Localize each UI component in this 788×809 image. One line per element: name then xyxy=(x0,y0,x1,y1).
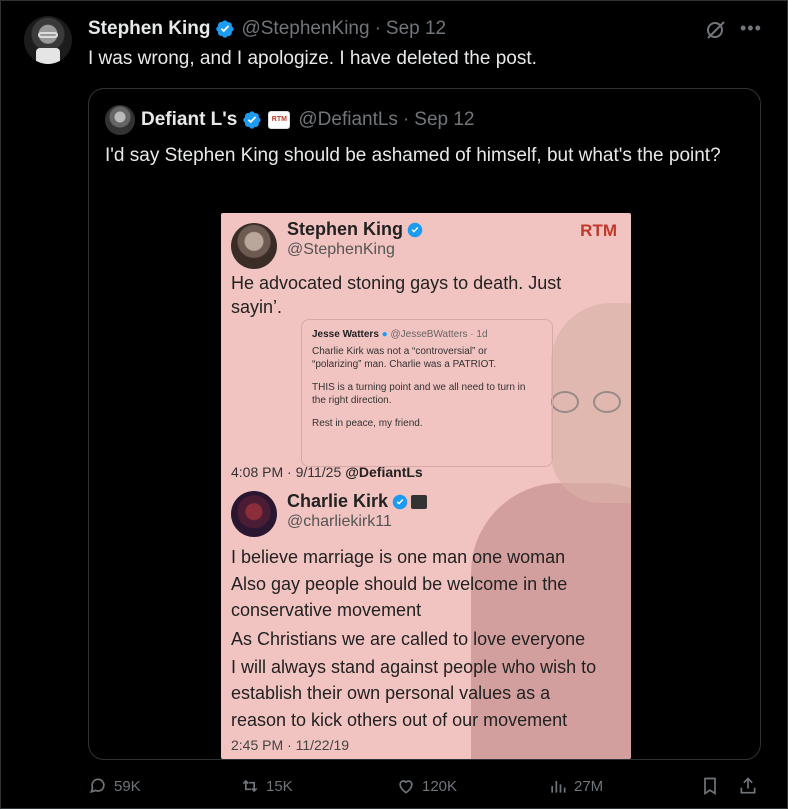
reply-icon xyxy=(90,778,105,794)
media-timestamp: 4:08 PM · 9/11/25 @DefiantLs xyxy=(231,464,423,480)
avatar-glasses xyxy=(38,32,58,38)
views-count: 27M xyxy=(574,777,604,795)
quoted-handle[interactable]: @DefiantLs xyxy=(298,109,398,131)
inner-line: the right direction. xyxy=(312,395,392,406)
share-icon xyxy=(740,777,756,794)
media-avatar xyxy=(231,491,277,537)
avatar[interactable] xyxy=(24,16,72,64)
overlay-glasses xyxy=(593,391,621,413)
media-ck-line: establish their own personal values as a xyxy=(231,683,551,703)
inner-line: THIS is a turning point and we all need … xyxy=(312,382,526,393)
media-ck-date: 2:45 PM · 11/22/19 xyxy=(231,737,350,753)
more-icon[interactable]: ••• xyxy=(740,18,764,42)
media-ck-line: Also gay people should be welcome in the xyxy=(231,574,568,594)
like-count: 120K xyxy=(422,777,458,795)
quoted-post[interactable]: Defiant L's RTM @DefiantLs · Sep 12 I'd … xyxy=(88,88,761,760)
quoted-avatar[interactable] xyxy=(105,105,135,135)
quoted-author-name[interactable]: Defiant L's xyxy=(141,109,237,131)
media-ck-line: conservative movement xyxy=(231,600,422,620)
reply-button[interactable]: 59K xyxy=(88,776,141,796)
verified-icon xyxy=(243,111,261,129)
media-top-text-1: He advocated stoning gays to death. Just xyxy=(231,273,562,293)
verified-icon xyxy=(392,494,408,509)
quoted-text: I'd say Stephen King should be ashamed o… xyxy=(105,145,721,166)
inner-line: Charlie Kirk was not a “controversial” o… xyxy=(312,346,488,357)
views-button[interactable]: 27M xyxy=(548,776,603,796)
author-name[interactable]: Stephen King xyxy=(88,18,210,40)
media-top-header: Stephen King xyxy=(287,219,423,240)
media-ck-handle: @charliekirk11 xyxy=(287,513,392,530)
org-badge-icon xyxy=(411,494,428,509)
heart-icon xyxy=(399,780,413,794)
inner-name: Jesse Watters xyxy=(312,329,379,340)
media-top-handle: @StephenKing xyxy=(287,241,395,258)
quoted-date[interactable]: Sep 12 xyxy=(414,109,474,131)
media-stamp-tag: @DefiantLs xyxy=(345,464,423,480)
separator-dot: · xyxy=(402,109,410,130)
inner-line: “polarizing” man. Charlie was a PATRIOT. xyxy=(312,359,497,370)
media-inner-quote: Jesse Watters ● @JesseBWatters · 1d Char… xyxy=(301,319,553,467)
repost-icon xyxy=(242,779,258,793)
bookmark-button[interactable] xyxy=(700,776,726,796)
author-handle[interactable]: @StephenKing xyxy=(241,18,369,40)
repost-count: 15K xyxy=(266,777,293,795)
bookmark-icon xyxy=(704,777,716,796)
verified-icon xyxy=(407,222,423,237)
post-date[interactable]: Sep 12 xyxy=(386,18,446,40)
quoted-media-image[interactable]: Stephen King @StephenKing RTM He advocat… xyxy=(221,213,631,759)
share-button[interactable] xyxy=(738,776,764,796)
media-stamp-time: 4:08 PM · 9/11/25 xyxy=(231,464,342,480)
like-button[interactable]: 120K xyxy=(396,776,457,796)
media-ck-line: I will always stand against people who w… xyxy=(231,657,597,677)
repost-button[interactable]: 15K xyxy=(240,776,293,796)
media-ck-line: reason to kick others out of our movemen… xyxy=(231,710,568,730)
media-brand: RTM xyxy=(580,221,617,240)
media-top-name: Stephen King xyxy=(287,219,403,239)
media-top-text-2: sayin’. xyxy=(231,297,283,317)
verified-icon xyxy=(216,20,234,38)
inner-handle: @JesseBWatters · 1d xyxy=(390,329,488,340)
action-bar: 59K 15K 120K 27M xyxy=(88,776,768,804)
media-ck-line: As Christians we are called to love ever… xyxy=(231,629,586,649)
post-header: Stephen King @StephenKing · Sep 12 xyxy=(88,18,446,40)
media-ck-line: I believe marriage is one man one woman xyxy=(231,547,566,567)
inner-line: Rest in peace, my friend. xyxy=(312,418,423,429)
affiliate-badge[interactable]: RTM xyxy=(268,111,291,129)
media-avatar xyxy=(231,223,277,269)
separator-dot: · xyxy=(374,18,381,39)
media-ck-header: Charlie Kirk xyxy=(287,491,428,512)
reply-count: 59K xyxy=(114,777,141,795)
post-text: I was wrong, and I apologize. I have del… xyxy=(88,48,537,69)
overlay-glasses xyxy=(551,391,579,413)
avatar-shirt xyxy=(36,48,60,64)
media-ck-name: Charlie Kirk xyxy=(287,491,389,511)
analytics-icon xyxy=(551,781,566,793)
quoted-header: Defiant L's RTM @DefiantLs · Sep 12 xyxy=(141,109,475,131)
grok-icon[interactable] xyxy=(704,18,728,42)
